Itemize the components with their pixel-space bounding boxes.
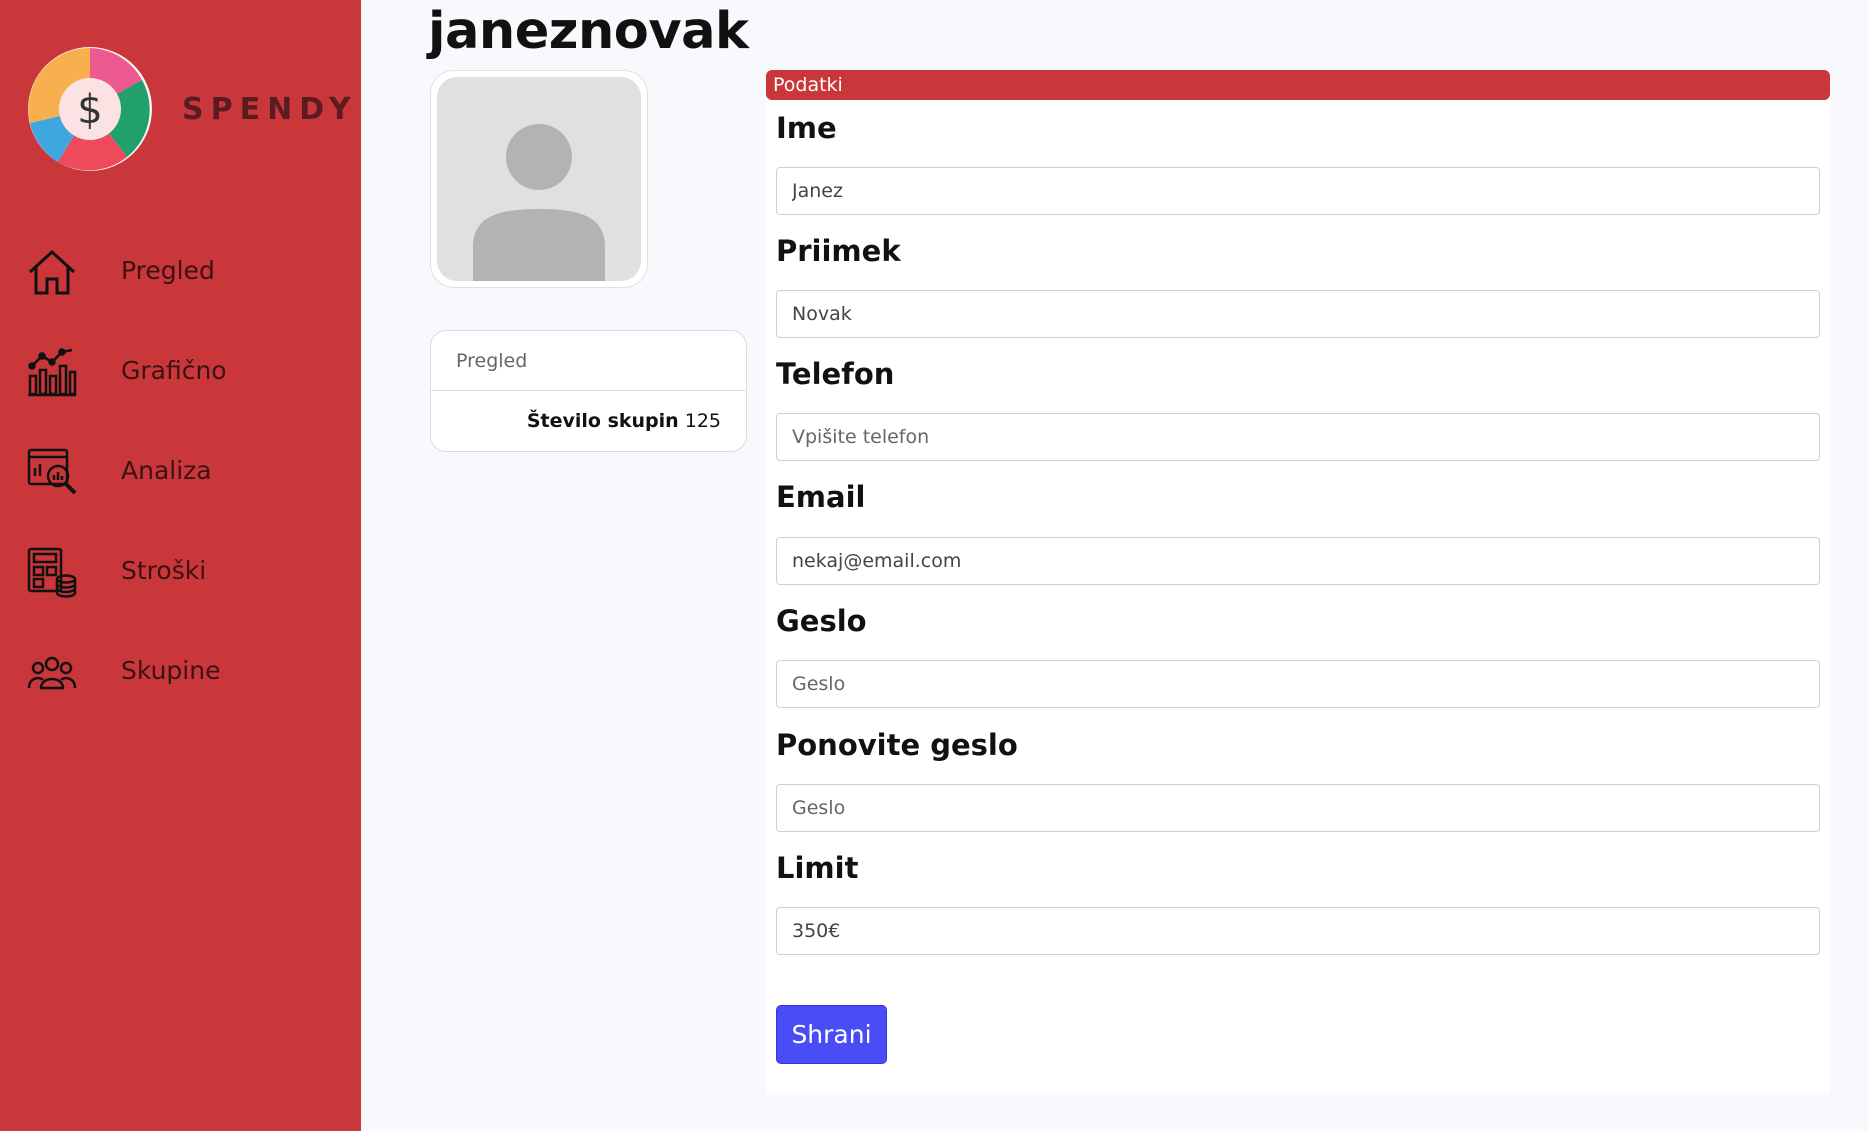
avatar[interactable] (430, 70, 648, 288)
spendy-logo[interactable]: $ (26, 45, 154, 173)
phone-label: Telefon (776, 357, 895, 391)
analysis-icon (27, 448, 77, 495)
repeat-password-label: Ponovite geslo (776, 728, 1018, 762)
sidebar-item-pregled[interactable]: Pregled (26, 242, 346, 302)
first-name-input[interactable] (776, 167, 1820, 215)
overview-card: Pregled Število skupin 125 (430, 330, 747, 452)
page-title: janeznovak (428, 2, 749, 61)
sidebar-item-graficno[interactable]: Grafično (26, 342, 346, 402)
overview-card-header: Pregled (431, 331, 746, 391)
calculator-coins-icon (27, 547, 77, 598)
first-name-label: Ime (776, 111, 837, 145)
limit-label: Limit (776, 851, 859, 885)
panel-header: Podatki (766, 70, 1830, 100)
groups-count-row: Število skupin 125 (431, 391, 746, 451)
sidebar-item-stroski[interactable]: Stroški (26, 542, 346, 602)
limit-input[interactable] (776, 907, 1820, 955)
home-icon (28, 249, 76, 295)
last-name-label: Priimek (776, 234, 901, 268)
group-icon (27, 656, 77, 690)
sidebar-item-analiza[interactable]: Analiza (26, 442, 346, 502)
svg-text:$: $ (77, 87, 102, 133)
sidebar-item-label: Skupine (121, 656, 221, 685)
sidebar: $ SPENDY Pregled Grafično Analiza Strošk… (0, 0, 361, 1131)
sidebar-item-skupine[interactable]: Skupine (26, 642, 346, 702)
brand-name: SPENDY (182, 92, 358, 127)
password-input[interactable] (776, 660, 1820, 708)
sidebar-item-label: Analiza (121, 456, 212, 485)
email-input[interactable] (776, 537, 1820, 585)
bar-chart-icon (28, 348, 77, 397)
phone-input[interactable] (776, 413, 1820, 461)
email-label: Email (776, 480, 866, 514)
sidebar-item-label: Grafično (121, 356, 227, 385)
save-button[interactable]: Shrani (776, 1005, 887, 1064)
sidebar-item-label: Stroški (121, 556, 207, 585)
sidebar-item-label: Pregled (121, 256, 215, 285)
groups-count-value: 125 (684, 410, 721, 432)
profile-form-panel: Podatki Ime Priimek Telefon Email Geslo … (766, 70, 1830, 1093)
last-name-input[interactable] (776, 290, 1820, 338)
user-placeholder-icon (473, 124, 605, 281)
groups-count-label: Število skupin (526, 410, 679, 432)
password-label: Geslo (776, 604, 867, 638)
repeat-password-input[interactable] (776, 784, 1820, 832)
